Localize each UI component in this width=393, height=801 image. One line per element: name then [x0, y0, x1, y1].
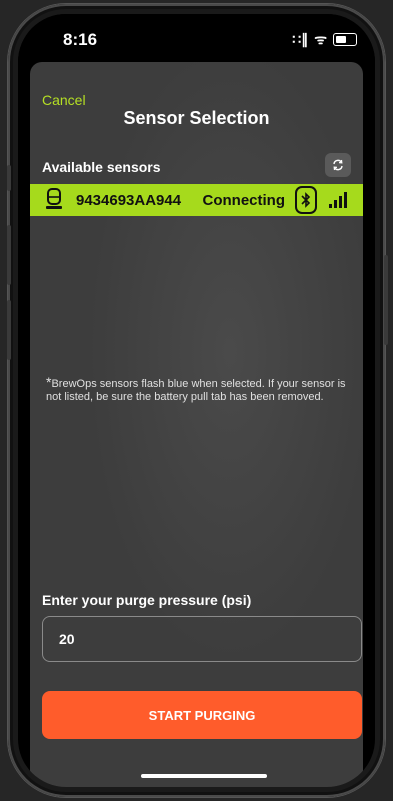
home-indicator	[141, 774, 267, 778]
phone-volume-up	[7, 225, 11, 285]
cellular-signal-icon: ∷∥	[292, 31, 309, 47]
refresh-icon	[333, 159, 343, 171]
wifi-icon: ᯤ	[314, 31, 327, 47]
purge-pressure-input[interactable]	[42, 616, 362, 662]
cancel-button[interactable]: Cancel	[42, 92, 86, 108]
status-icons: ∷∥ ᯤ	[292, 30, 357, 49]
purge-pressure-label: Enter your purge pressure (psi)	[42, 592, 252, 608]
phone-volume-down	[7, 300, 11, 360]
bluetooth-icon	[295, 186, 317, 214]
sensor-selection-sheet: Cancel Sensor Selection Available sensor…	[30, 62, 363, 787]
phone-side-button	[7, 165, 11, 191]
sensor-id: 9434693AA944	[76, 191, 182, 209]
page-title: Sensor Selection	[123, 108, 270, 128]
status-time: 8:16	[63, 30, 98, 49]
sensor-list-item[interactable]: 9434693AA944 Connecting	[30, 184, 363, 216]
sensor-help-note: *BrewOps sensors flash blue when selecte…	[46, 375, 346, 404]
signal-strength-icon	[329, 192, 347, 208]
battery-icon	[333, 33, 357, 46]
status-bar: 8:16 ∷∥ ᯤ	[18, 14, 375, 62]
screen: 8:16 ∷∥ ᯤ Cancel Sensor Selection Availa…	[18, 14, 375, 787]
start-purging-button[interactable]: START PURGING	[42, 691, 362, 739]
phone-power-button	[384, 255, 388, 345]
sensor-status: Connecting	[202, 191, 286, 209]
note-text: BrewOps sensors flash blue when selected…	[46, 378, 346, 403]
sensor-device-icon	[46, 188, 62, 209]
available-sensors-label: Available sensors	[42, 159, 161, 175]
dynamic-island	[136, 24, 256, 58]
refresh-button[interactable]	[325, 153, 351, 177]
